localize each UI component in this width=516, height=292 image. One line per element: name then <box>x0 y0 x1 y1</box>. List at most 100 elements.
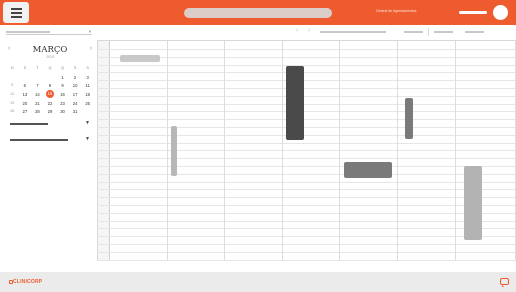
time-slot-line <box>97 158 516 160</box>
appointment-block[interactable] <box>171 126 177 176</box>
time-slot-line <box>97 134 516 136</box>
time-slot-line <box>97 127 516 128</box>
time-slot-line <box>97 142 516 144</box>
calendar-day[interactable]: 26 <box>6 108 19 115</box>
day-column-divider <box>339 41 340 261</box>
time-slot-line <box>97 181 516 183</box>
calendar-day[interactable]: 27 <box>19 108 32 115</box>
time-slot-line <box>97 189 516 191</box>
calendar-day[interactable]: 19 <box>6 100 19 107</box>
calendar-day[interactable]: 25 <box>81 100 94 107</box>
time-slot-line <box>97 88 516 89</box>
chat-icon[interactable] <box>500 278 509 287</box>
calendar-day[interactable]: 6 <box>19 82 32 89</box>
time-slot-line <box>97 205 516 206</box>
hamburger-icon[interactable] <box>3 2 29 23</box>
time-slot-line <box>97 220 516 222</box>
calendar-day[interactable]: 16 <box>56 91 69 98</box>
calendar-day-today[interactable]: 15 <box>44 90 57 99</box>
weekday-label: S <box>86 65 89 70</box>
prev-week-icon[interactable]: ‹ <box>296 27 298 34</box>
calendar-year: 2019 <box>46 55 54 59</box>
calendar-day[interactable]: 3 <box>81 74 94 81</box>
calendar-day[interactable]: 23 <box>56 100 69 107</box>
time-slot-line <box>97 119 516 121</box>
time-slot-line <box>97 95 516 97</box>
view-month-button[interactable] <box>465 31 484 33</box>
day-column-divider <box>455 41 456 261</box>
calendar-day[interactable]: 1 <box>56 74 69 81</box>
calendar-week-row: 123 <box>6 73 94 82</box>
calendar-header: MARÇO 2019 ‹ › <box>6 45 94 59</box>
toolbar-divider <box>428 28 429 36</box>
calendar-day[interactable]: 21 <box>31 100 44 107</box>
calendar-day[interactable]: 18 <box>81 91 94 98</box>
calendar-day[interactable]: 17 <box>69 91 82 98</box>
day-column-divider <box>167 41 168 261</box>
time-slot-line <box>97 228 516 230</box>
calendar-weekday-row: DSTQQSS <box>6 64 94 73</box>
chevron-left-icon[interactable]: ‹ <box>8 45 10 52</box>
chevron-right-icon[interactable]: › <box>90 45 92 52</box>
calendar-day[interactable]: 28 <box>31 108 44 115</box>
appointments-center-link[interactable]: Central de Agendamentos <box>376 9 416 13</box>
calendar-day[interactable]: 7 <box>31 82 44 89</box>
weekday-label: T <box>36 65 39 70</box>
view-day-button[interactable] <box>404 31 423 33</box>
time-slot-line <box>97 111 516 113</box>
weekday-label: S <box>23 65 27 70</box>
view-week-button[interactable] <box>434 31 453 33</box>
schedule-grid[interactable] <box>97 40 516 261</box>
time-slot-line <box>97 251 516 253</box>
professional-select[interactable]: ▼ <box>6 29 92 35</box>
calendar-week-row: 5 6 7 8 9 10 11 <box>6 81 94 90</box>
filter-select-2[interactable]: ▼ <box>10 136 90 143</box>
appointment-block[interactable] <box>120 55 160 62</box>
time-slot-line <box>97 103 516 105</box>
appointment-block[interactable] <box>405 98 413 139</box>
time-slot-line <box>97 64 516 66</box>
time-slot-line <box>97 166 516 167</box>
calendar-day[interactable]: 10 <box>69 82 82 89</box>
clinicorp-logo: CLINICORP <box>9 279 42 285</box>
appointment-block[interactable] <box>464 166 482 240</box>
footer: CLINICORP <box>0 272 516 292</box>
day-column-divider <box>282 41 283 261</box>
calendar-day[interactable]: 30 <box>56 108 69 115</box>
calendar-day[interactable]: 24 <box>69 100 82 107</box>
calendar-day[interactable]: 8 <box>44 82 57 89</box>
time-slot-line <box>97 212 516 214</box>
chevron-down-icon: ▼ <box>85 120 90 126</box>
time-slot-line <box>97 80 516 82</box>
calendar-day[interactable]: 13 <box>19 91 32 98</box>
calendar-day[interactable]: 2 <box>69 74 82 81</box>
time-slot-line <box>97 173 516 175</box>
user-name-placeholder[interactable] <box>459 11 487 14</box>
calendar-day[interactable]: 20 <box>19 100 32 107</box>
time-slot-line <box>97 197 516 199</box>
calendar-week-row: 19 20 21 22 23 24 25 <box>6 99 94 108</box>
calendar-day[interactable]: 29 <box>44 108 57 115</box>
calendar-day[interactable]: 12 <box>6 91 19 98</box>
time-slot-line <box>97 150 516 152</box>
top-bar: Central de Agendamentos <box>0 0 516 25</box>
filter-select-1[interactable]: ▼ <box>10 120 90 127</box>
calendar-week-row: 12 13 14 15 16 17 18 <box>6 90 94 99</box>
time-slot-line <box>97 259 516 261</box>
calendar-day[interactable]: 11 <box>81 82 94 89</box>
next-week-icon[interactable]: › <box>308 27 310 34</box>
calendar-day[interactable]: 9 <box>56 82 69 89</box>
calendar-day[interactable]: 14 <box>31 91 44 98</box>
weekday-label: D <box>10 65 14 70</box>
avatar[interactable] <box>493 5 508 20</box>
calendar-day[interactable]: 22 <box>44 100 57 107</box>
search-input[interactable] <box>184 8 332 18</box>
weekday-label: Q <box>48 65 52 70</box>
appointment-block[interactable] <box>286 66 304 140</box>
day-column-divider <box>224 41 225 261</box>
time-slot-line <box>97 72 516 74</box>
appointment-block[interactable] <box>344 162 392 178</box>
calendar-day[interactable]: 5 <box>6 82 19 89</box>
chevron-down-icon: ▼ <box>88 29 92 34</box>
calendar-day[interactable]: 31 <box>69 108 82 115</box>
